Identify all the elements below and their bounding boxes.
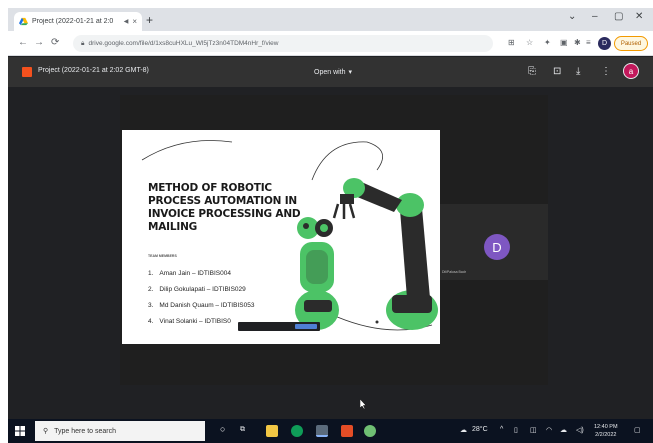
profile-avatar[interactable]: D bbox=[598, 37, 611, 50]
add-shortcut-icon[interactable]: ⎘ bbox=[528, 66, 536, 77]
chevron-up-icon[interactable]: ^ bbox=[500, 426, 503, 433]
reading-list-icon[interactable]: ≡ bbox=[586, 38, 591, 47]
weather-icon[interactable]: ☁ bbox=[460, 426, 467, 434]
tab-search-icon[interactable]: ⌄ bbox=[568, 11, 576, 22]
tab-close-icon[interactable]: × bbox=[132, 17, 137, 26]
video-file-icon bbox=[22, 67, 32, 77]
participant-avatar: D bbox=[484, 234, 510, 260]
paused-button[interactable]: Paused bbox=[614, 36, 648, 51]
lock-icon: 🔒︎ bbox=[81, 39, 85, 47]
clock-time: 12:40 PM bbox=[594, 424, 618, 430]
audio-icon: ◀ bbox=[123, 19, 129, 25]
chevron-down-icon: ▾ bbox=[348, 69, 353, 76]
bookmark-star-icon[interactable]: ☆ bbox=[526, 38, 533, 47]
back-icon[interactable]: ← bbox=[18, 37, 28, 48]
extension-icon[interactable]: ✦ bbox=[544, 38, 551, 47]
task-view-icon[interactable]: ⧉ bbox=[240, 426, 245, 434]
minimize-button[interactable]: – bbox=[592, 11, 598, 22]
download-icon[interactable]: ⤓ bbox=[576, 66, 580, 77]
volume-icon[interactable]: ◁) bbox=[576, 426, 584, 434]
account-avatar[interactable]: a bbox=[623, 63, 639, 79]
app-icon[interactable] bbox=[364, 425, 376, 437]
video-control-bar[interactable] bbox=[238, 322, 320, 331]
open-with-button[interactable]: Open with ▾ bbox=[308, 65, 358, 79]
presentation-slide: METHOD OF ROBOTIC PROCESS AUTOMATION IN … bbox=[122, 130, 440, 344]
add-comment-icon[interactable]: ⊡ bbox=[553, 66, 561, 77]
robot-arm-illustration bbox=[295, 178, 438, 330]
cortana-icon[interactable]: ○ bbox=[220, 424, 225, 434]
progress-indicator bbox=[295, 324, 317, 329]
browser-tab-strip: Project (2022-01-21 at 2:0 ◀ × + ⌄ – ▢ ✕ bbox=[8, 8, 653, 31]
taskbar-clock[interactable]: 12:40 PM 2/2/2022 bbox=[594, 423, 618, 439]
wifi-icon[interactable]: ◠ bbox=[546, 426, 552, 434]
windows-start-icon[interactable] bbox=[15, 426, 25, 436]
google-drive-icon bbox=[19, 17, 28, 26]
windows-taskbar: ⚲ Type here to search ○ ⧉ ☁ 28°C ^ ▯ ◫ ◠… bbox=[8, 419, 653, 443]
browser-toolbar: ← → ⟳ 🔒︎ drive.google.com/file/d/1xs8cuH… bbox=[8, 31, 653, 56]
viewer-header: Project (2022-01-21 at 2:02 GMT-8) Open … bbox=[8, 57, 653, 87]
taskbar-search[interactable]: ⚲ Type here to search bbox=[35, 421, 205, 441]
tab-title: Project (2022-01-21 at 2:0 bbox=[32, 18, 114, 25]
screen: Project (2022-01-21 at 2:0 ◀ × + ⌄ – ▢ ✕… bbox=[8, 8, 653, 443]
maximize-button[interactable]: ▢ bbox=[614, 11, 623, 22]
battery-icon[interactable]: ▯ bbox=[514, 426, 518, 434]
extension-icon[interactable]: ▣ bbox=[560, 38, 568, 47]
search-placeholder: Type here to search bbox=[54, 427, 117, 435]
weather-temperature[interactable]: 28°C bbox=[472, 426, 488, 433]
puzzle-icon[interactable]: ✱ bbox=[574, 38, 581, 47]
participant-name: DiliPalusa Badr bbox=[442, 270, 466, 274]
list-item: 1. Aman Jain – IDTIBIS004 bbox=[148, 270, 231, 277]
forward-icon[interactable]: → bbox=[34, 37, 44, 48]
clock-date: 2/2/2022 bbox=[595, 432, 617, 438]
more-options-icon[interactable]: ⋮ bbox=[601, 66, 611, 77]
onedrive-icon[interactable]: ☁ bbox=[560, 426, 567, 434]
address-bar[interactable]: 🔒︎ drive.google.com/file/d/1xs8cuHXLu_Wl… bbox=[73, 35, 493, 52]
open-with-label: Open with bbox=[314, 68, 346, 76]
notifications-icon[interactable]: ▢ bbox=[634, 426, 641, 434]
reload-icon[interactable]: ⟳ bbox=[51, 37, 59, 48]
browser-tab[interactable]: Project (2022-01-21 at 2:0 ◀ × bbox=[14, 12, 142, 31]
url-text: drive.google.com/file/d/1xs8cuHXLu_Wl5jT… bbox=[88, 40, 279, 47]
file-explorer-icon[interactable] bbox=[266, 425, 278, 437]
new-tab-button[interactable]: + bbox=[146, 13, 153, 27]
office-icon[interactable] bbox=[341, 425, 353, 437]
chrome-icon[interactable] bbox=[316, 425, 328, 437]
close-window-button[interactable]: ✕ bbox=[635, 11, 643, 22]
edge-icon[interactable] bbox=[291, 425, 303, 437]
list-item: 2. Dilip Gokulapati – IDTIBIS029 bbox=[148, 286, 246, 293]
list-item: 3. Md Danish Quaum – IDTIBIS053 bbox=[148, 302, 255, 309]
install-icon[interactable]: ⊞ bbox=[508, 38, 515, 47]
team-members-label: TEAM MEMBERS bbox=[148, 254, 177, 258]
search-icon: ⚲ bbox=[43, 428, 49, 435]
mouse-cursor-icon bbox=[360, 399, 367, 409]
file-name: Project (2022-01-21 at 2:02 GMT-8) bbox=[38, 67, 149, 74]
network-icon[interactable]: ◫ bbox=[530, 426, 537, 434]
